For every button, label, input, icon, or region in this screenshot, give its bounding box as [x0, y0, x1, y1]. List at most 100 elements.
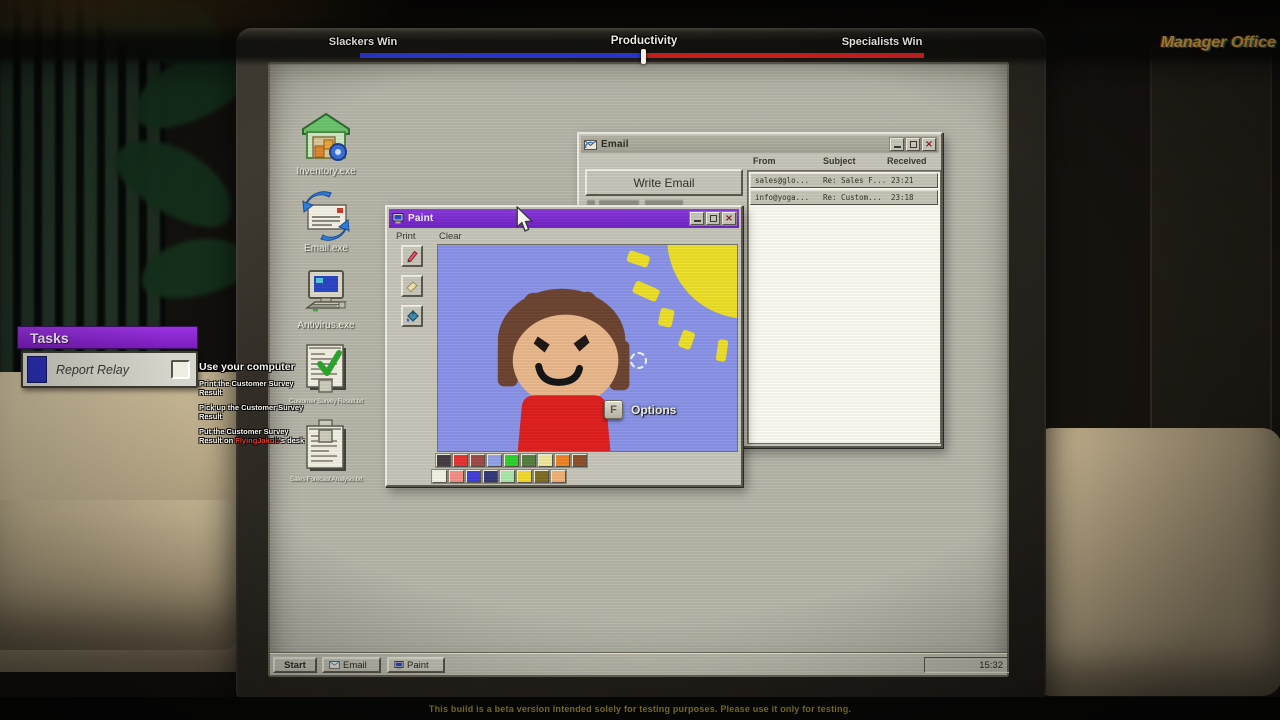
- disclaimer-bar: This build is a beta version intended so…: [0, 697, 1280, 720]
- envelope-icon: [584, 140, 597, 150]
- color-swatch[interactable]: [487, 454, 502, 467]
- objectives-list: Use your computer Print the Customer Sur…: [199, 361, 313, 452]
- email-from: info@yoga...: [755, 191, 819, 204]
- color-swatch[interactable]: [517, 470, 532, 483]
- interact-prompt: F Options: [604, 400, 676, 419]
- email-row[interactable]: sales@glo... Re: Sales F... 23:21: [750, 173, 938, 188]
- fill-bucket-icon: [405, 309, 420, 323]
- pencil-tool-button[interactable]: [401, 245, 423, 267]
- write-email-button[interactable]: Write Email: [585, 169, 743, 196]
- color-swatch[interactable]: [453, 454, 468, 467]
- maximize-button[interactable]: [906, 138, 920, 151]
- email-subject: Re: Sales F...: [823, 174, 889, 187]
- color-swatch[interactable]: [572, 454, 587, 467]
- color-swatch[interactable]: [466, 470, 481, 483]
- icon-label: Antivirus.exe: [281, 320, 371, 331]
- color-swatch[interactable]: [483, 470, 498, 483]
- couch-left-seat: [0, 500, 240, 650]
- email-list: sales@glo... Re: Sales F... 23:21 info@y…: [747, 170, 941, 444]
- color-swatch[interactable]: [555, 454, 570, 467]
- paint-window-title: Paint: [408, 213, 433, 224]
- start-button[interactable]: Start: [273, 657, 317, 673]
- email-received: 23:21: [891, 174, 935, 187]
- keyboard-key-icon: F: [604, 400, 623, 419]
- column-header-from: From: [753, 156, 776, 166]
- computer-screen: Inventory.exe Email.exe: [268, 62, 1009, 677]
- close-button[interactable]: ×: [722, 212, 736, 225]
- task-item-report-relay[interactable]: Report Relay: [21, 351, 198, 388]
- color-swatch[interactable]: [500, 470, 515, 483]
- objective-line: Pick up the Customer Survey Result: [199, 404, 313, 421]
- productivity-marker: [641, 49, 646, 64]
- paint-window-titlebar[interactable]: Paint ×: [389, 209, 739, 228]
- close-icon: ×: [723, 213, 735, 225]
- productivity-bar-blue: [360, 53, 644, 58]
- objective-line: Print the Customer Survey Result: [199, 380, 313, 397]
- minimize-button[interactable]: [690, 212, 704, 225]
- close-button[interactable]: ×: [922, 138, 936, 151]
- taskbar: Start Email Paint 15:32: [270, 653, 1007, 675]
- icon-label: Inventory.exe: [281, 166, 371, 177]
- color-swatch[interactable]: [436, 454, 451, 467]
- email-from: sales@glo...: [755, 174, 819, 187]
- maximize-icon: [910, 141, 917, 148]
- objective-line: Put the Customer Survey Result on Flying…: [199, 428, 313, 445]
- minimize-icon: [694, 220, 701, 222]
- maximize-button[interactable]: [706, 212, 720, 225]
- task-color-chip: [27, 356, 47, 383]
- productivity-label: Productivity: [584, 35, 704, 47]
- taskbar-item-email[interactable]: Email: [322, 657, 381, 673]
- maximize-icon: [710, 215, 717, 222]
- menu-print[interactable]: Print: [396, 231, 416, 242]
- window-controls: ×: [690, 212, 736, 225]
- eraser-tool-button[interactable]: [401, 275, 423, 297]
- task-checkbox[interactable]: [171, 360, 190, 379]
- objective-text: 's desk: [279, 436, 304, 445]
- email-row[interactable]: info@yoga... Re: Custom... 23:18: [750, 190, 938, 205]
- objective-target-name: FlyingJakob: [235, 436, 279, 445]
- mouse-cursor: [516, 206, 534, 233]
- desktop-icon-email[interactable]: Email.exe: [281, 191, 371, 254]
- email-received: 23:18: [891, 191, 935, 204]
- taskbar-item-paint[interactable]: Paint: [387, 657, 445, 673]
- game-scene: Inventory.exe Email.exe: [0, 0, 1280, 720]
- location-label: Manager Office: [1136, 34, 1276, 52]
- minimize-button[interactable]: [890, 138, 904, 151]
- mail-sync-icon: [299, 191, 353, 241]
- paint-app-icon: [392, 213, 404, 224]
- minimize-icon: [894, 146, 901, 148]
- fill-tool-button[interactable]: [401, 305, 423, 327]
- color-swatch[interactable]: [534, 470, 549, 483]
- paint-canvas[interactable]: [437, 244, 738, 452]
- envelope-icon: [329, 661, 340, 669]
- canvas-drawing: [438, 245, 737, 451]
- color-swatch[interactable]: [449, 470, 464, 483]
- desktop-icon-inventory[interactable]: Inventory.exe: [281, 110, 371, 177]
- paint-app-icon: [394, 661, 404, 670]
- email-window-titlebar[interactable]: Email ×: [581, 136, 939, 153]
- color-swatch[interactable]: [521, 454, 536, 467]
- couch-right: [1032, 428, 1280, 696]
- color-swatch[interactable]: [551, 470, 566, 483]
- productivity-bar-red: [644, 53, 924, 58]
- color-swatch[interactable]: [432, 470, 447, 483]
- retro-computer-icon: [299, 268, 353, 318]
- color-swatch[interactable]: [504, 454, 519, 467]
- paint-window: Paint × Print Clear: [385, 205, 743, 487]
- beta-disclaimer-text: This build is a beta version intended so…: [429, 704, 851, 714]
- prompt-label: Options: [631, 403, 676, 417]
- hud-top-strip: [0, 28, 1280, 66]
- tasks-panel-header: Tasks: [17, 326, 198, 349]
- pencil-icon: [405, 249, 419, 263]
- icon-label: Email.exe: [281, 243, 371, 254]
- desktop-icon-antivirus[interactable]: Antivirus.exe: [281, 268, 371, 331]
- menu-clear[interactable]: Clear: [439, 231, 462, 242]
- column-header-received: Received: [887, 156, 927, 166]
- specialists-win-label: Specialists Win: [822, 36, 942, 48]
- color-swatch[interactable]: [538, 454, 553, 467]
- color-swatch[interactable]: [470, 454, 485, 467]
- taskbar-item-label: Email: [343, 660, 367, 671]
- column-header-subject: Subject: [823, 156, 856, 166]
- icon-label: Sales Forecast Analysis.txt: [281, 476, 371, 483]
- window-controls: ×: [890, 138, 936, 151]
